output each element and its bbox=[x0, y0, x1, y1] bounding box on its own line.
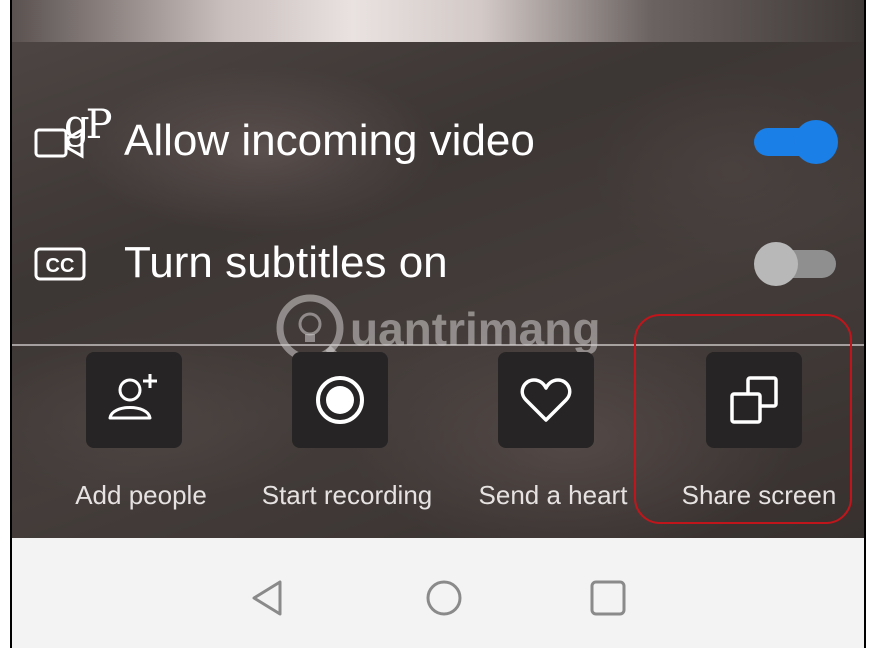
start-recording-label: Start recording bbox=[261, 480, 433, 510]
closed-captions-icon: CC bbox=[34, 247, 86, 281]
back-triangle-icon[interactable] bbox=[248, 578, 288, 618]
add-people-tile[interactable] bbox=[86, 352, 182, 448]
send-heart-button[interactable]: Send a heart bbox=[450, 352, 656, 522]
add-people-button[interactable]: Add people bbox=[38, 352, 244, 522]
send-heart-tile[interactable] bbox=[498, 352, 594, 448]
add-person-icon bbox=[108, 374, 157, 420]
incoming-video-row[interactable]: gP Allow incoming video bbox=[12, 102, 864, 182]
start-recording-tile[interactable] bbox=[292, 352, 388, 448]
add-people-label: Add people bbox=[75, 480, 207, 510]
heart-icon bbox=[520, 378, 572, 422]
gp-overlay-mark: gP bbox=[64, 102, 112, 148]
record-icon bbox=[316, 376, 364, 424]
home-circle-icon[interactable] bbox=[424, 578, 464, 618]
system-navigation-bar bbox=[12, 538, 864, 648]
recents-square-icon[interactable] bbox=[588, 578, 628, 618]
subtitles-label: Turn subtitles on bbox=[124, 238, 448, 287]
video-top-strip bbox=[12, 0, 864, 42]
subtitles-toggle[interactable] bbox=[752, 240, 836, 288]
send-heart-label: Send a heart bbox=[478, 480, 628, 510]
start-recording-button[interactable]: Start recording bbox=[244, 352, 450, 522]
incoming-video-label: Allow incoming video bbox=[124, 116, 535, 165]
incoming-video-toggle[interactable] bbox=[754, 118, 838, 166]
frame-right-border bbox=[864, 0, 866, 648]
closed-captions-icon-text: CC bbox=[46, 255, 75, 277]
watermark-text: uantrimang bbox=[350, 303, 601, 355]
share-screen-highlight bbox=[634, 314, 852, 524]
